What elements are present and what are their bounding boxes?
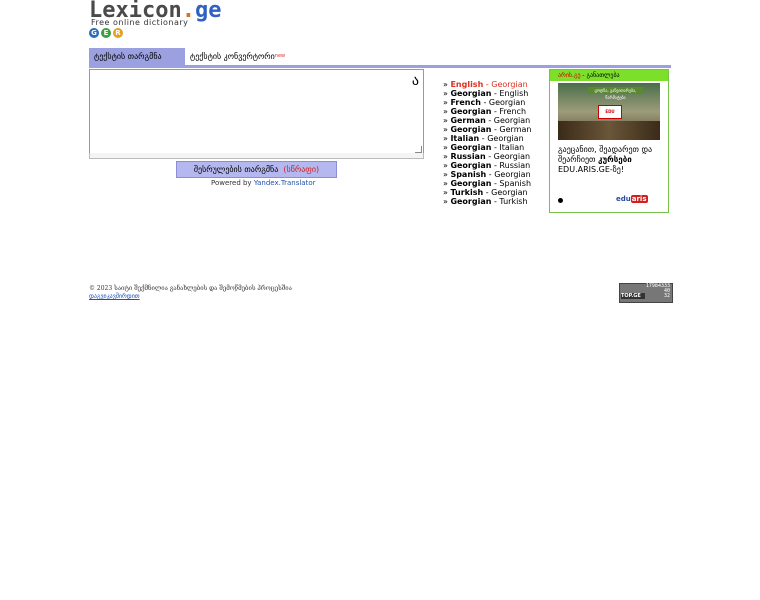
language-separator: - [483,188,492,197]
contact-link[interactable]: დაგვიკავშირდით [89,293,140,300]
language-from: Spanish [450,170,487,179]
interface-language-switcher: G E R [89,28,123,38]
language-separator: - [485,152,494,161]
ad-classroom-image: ცოდნა, განვითარება, წარმატება EDU [558,83,660,140]
english-flag-icon[interactable]: E [101,28,111,38]
ad-line2-bold: კურსები [597,155,632,164]
language-from: Georgian [450,89,492,98]
logo-part-ge: ge [194,0,222,23]
language-to: Georgian [493,152,531,161]
language-to: Georgian [487,134,524,143]
language-from: Georgian [450,125,492,134]
russian-flag-icon[interactable]: R [113,28,123,38]
powered-by: Powered by Yandex.Translator [211,179,315,187]
language-pair-item[interactable]: » English - Georgian [443,80,531,89]
footer-copyright: © 2023 საიტი შექმნილია განახლების და შემ… [89,285,292,292]
language-pair-item[interactable]: » Georgian - Spanish [443,179,531,188]
language-to: Georgian [491,188,528,197]
tab-label: ტექსტის კონვერტორი [190,52,275,61]
tab-text-translation[interactable]: ტექსტის თარგმნა [89,48,185,65]
ad-screen-text: EDU [605,109,615,114]
language-separator: - [485,116,494,125]
language-from: Georgian [450,143,492,152]
language-pair-item[interactable]: » Georgian - Russian [443,161,531,170]
tab-text-converter[interactable]: ტექსტის კონვერტორიnew [185,48,290,65]
language-to: Russian [499,161,531,170]
language-pair-item[interactable]: » Georgian - Italian [443,143,531,152]
ad-logo-aris: aris [630,195,648,203]
language-to: German [499,125,532,134]
ad-text: გაეცანით, შეადარეთ და შეარჩიეთ კურსები E… [558,145,666,175]
ad-site-name: არის.გე [558,72,581,79]
source-text-input[interactable]: ა [89,69,424,155]
ad-head-rest: - განათლება [580,72,620,79]
counter-brand: TOP.GE [621,293,645,299]
tab-bar: ტექსტის თარგმნა ტექსტის კონვერტორიnew [89,48,671,68]
language-from: Georgian [450,197,492,206]
language-to: Georgian [488,98,526,107]
language-separator: - [479,134,488,143]
ad-line2: შეარჩიეთ კურსები [558,155,666,165]
edu-aris-ad[interactable]: არის.გე - განათლება ცოდნა, განვითარება, … [549,69,669,213]
language-pair-item[interactable]: » German - Georgian [443,116,531,125]
language-to: Georgian [493,116,531,125]
language-to: French [499,107,527,116]
counter-values: 17984333 40 32 [646,284,670,299]
language-from: Italian [450,134,480,143]
input-status-bar [89,153,424,159]
ad-line3: EDU.ARIS.GE-ზე! [558,165,625,174]
language-from: French [450,98,481,107]
language-to: Georgian [491,80,528,89]
ad-line1: გაეცანით, შეადარეთ და [558,145,653,154]
language-pair-item[interactable]: » Georgian - Turkish [443,197,531,206]
translate-button-label: შესრულების თარგმნა [193,165,279,174]
translate-button-fast-label: (სწრაფი) [283,165,320,174]
language-pair-list: » English - Georgian» Georgian - English… [443,80,531,206]
language-pair-item[interactable]: » Russian - Georgian [443,152,531,161]
language-from: Georgian [450,161,492,170]
language-from: Russian [450,152,486,161]
ad-logo-edu: edu [616,195,631,203]
edu-aris-logo: eduaris [616,195,648,203]
language-from: English [450,80,484,89]
ad-banner: ცოდნა, განვითარება, წარმატება [588,87,643,100]
ad-screen: EDU [598,105,622,119]
language-separator: - [486,170,495,179]
language-from: Georgian [450,179,492,188]
site-tagline: Free online dictionary [91,18,189,27]
language-pair-item[interactable]: » Georgian - German [443,125,531,134]
language-pair-item[interactable]: » Italian - Georgian [443,134,531,143]
language-pair-item[interactable]: » Turkish - Georgian [443,188,531,197]
georgian-flag-icon[interactable]: G [89,28,99,38]
language-pair-item[interactable]: » Georgian - French [443,107,531,116]
language-from: German [450,116,486,125]
language-to: Spanish [499,179,532,188]
resize-handle-icon[interactable] [415,146,422,153]
translate-button[interactable]: შესრულების თარგმნა (სწრაფი) [176,161,337,178]
language-to: Turkish [499,197,528,206]
ad-bullet-icon [558,198,563,203]
language-separator: - [480,98,489,107]
language-to: Georgian [494,170,531,179]
ad-desks [558,121,660,140]
language-from: Georgian [450,107,492,116]
top-ge-counter[interactable]: 17984333 40 32 TOP.GE [619,283,673,303]
ad-header: არის.გე - განათლება [550,70,668,81]
language-to: English [499,89,529,98]
language-pair-item[interactable]: » French - Georgian [443,98,531,107]
yandex-translator-link[interactable]: Yandex.Translator [254,179,316,187]
language-pair-item[interactable]: » Spanish - Georgian [443,170,531,179]
language-from: Turkish [450,188,484,197]
new-badge: new [274,53,286,59]
powered-by-prefix: Powered by [211,179,252,187]
language-pair-item[interactable]: » Georgian - English [443,89,531,98]
counter-line3: 32 [663,293,670,299]
ad-line2-pre: შეარჩიეთ [558,155,598,164]
transliteration-icon[interactable]: ა [412,73,419,89]
tab-label: ტექსტის თარგმნა [94,52,162,61]
language-to: Italian [499,143,525,152]
